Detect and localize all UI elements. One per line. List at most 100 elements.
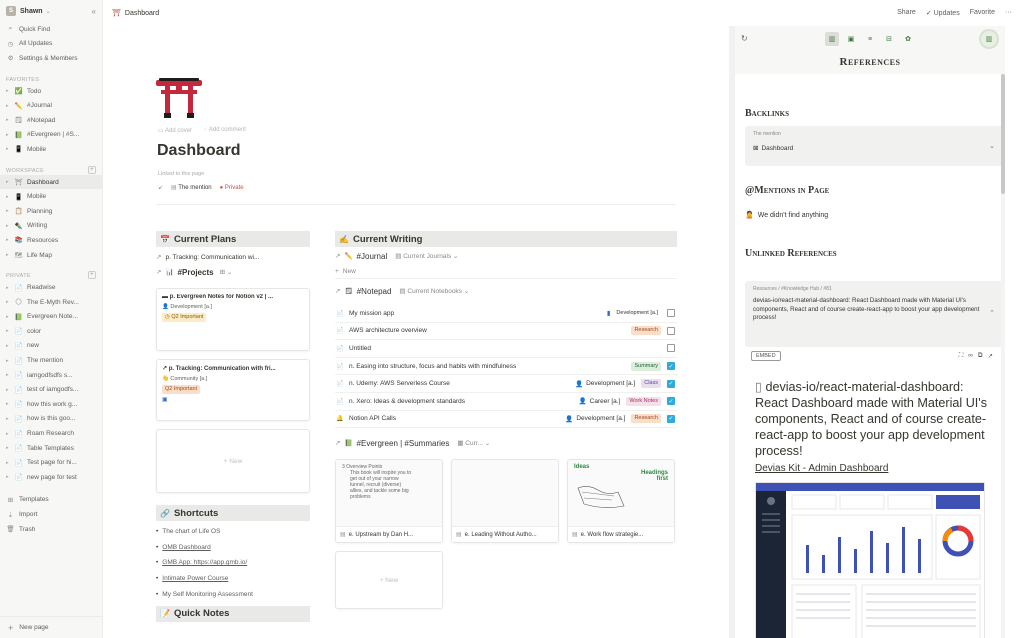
row-checkbox[interactable]: ✓ [667, 397, 675, 406]
expand-toggle-icon[interactable]: ▸ [6, 132, 12, 138]
expand-toggle-icon[interactable]: ▸ [6, 237, 12, 243]
table-row[interactable]: 🔔 Notion API Calls 👤 Development [a.] Resear… [335, 411, 677, 429]
table-row[interactable]: 📄 Untitled [335, 340, 677, 358]
settings-tab-icon[interactable]: ✿ [901, 32, 915, 46]
row-checkbox[interactable]: ✓ [667, 362, 675, 371]
sidebar-item[interactable]: ▸ ✒️ Writing [0, 219, 102, 234]
row-checkbox[interactable] [667, 326, 675, 335]
shortcut-item[interactable]: • Intimate Power Course [156, 571, 310, 587]
view-grid-icon[interactable]: ⊞ ⌄ [220, 268, 233, 276]
sidebar-item[interactable]: ▸ 📗 #Evergreen | #S... [0, 128, 102, 143]
row-checkbox[interactable] [667, 344, 675, 353]
copy-icon[interactable]: ⧉ [978, 352, 983, 360]
new-page-button[interactable]: + New page [0, 616, 102, 638]
expand-toggle-icon[interactable]: ▸ [6, 252, 12, 258]
gallery-card[interactable]: ▤ e. Leading Without Autho... [451, 459, 559, 544]
evergreen-view[interactable]: ↗ 📗 #Evergreen | #Summaries ▦ Curr... ⌄ [335, 433, 677, 453]
backlink-item[interactable]: The mention ⊠ Dashboard ⌄ [745, 126, 1003, 166]
expand-toggle-icon[interactable]: ▸ [6, 223, 12, 229]
expand-toggle-icon[interactable]: ▸ [6, 103, 12, 109]
expand-toggle-icon[interactable]: ▸ [6, 445, 12, 451]
expand-toggle-icon[interactable]: ▸ [6, 179, 12, 185]
row-checkbox[interactable] [667, 309, 675, 318]
new-card-button[interactable]: + New [156, 429, 310, 493]
sidebar-item[interactable]: ▸ 📄 new [0, 339, 102, 354]
expand-toggle-icon[interactable]: ▸ [6, 401, 12, 407]
shortcut-item[interactable]: • GMB App: https://app.gmb.io/ [156, 555, 310, 571]
sidebar-item[interactable]: ▸ 📄 how this work g... [0, 397, 102, 412]
sidebar-item[interactable]: ⊞ Templates [0, 493, 102, 508]
references-tab-icon[interactable]: ▥ [825, 32, 839, 46]
sidebar-item[interactable]: ◷ All Updates [0, 37, 102, 52]
expand-toggle-icon[interactable]: ▸ [6, 474, 12, 480]
plan-card[interactable]: ▬ p. Evergreen Notes for Notion v2 | ...… [156, 288, 310, 351]
table-row[interactable]: 📄 My mission app ▮ Development [a.] [335, 305, 677, 323]
sidebar-item[interactable]: ▸ 📄 Table Templates [0, 441, 102, 456]
sidebar-item[interactable]: ▸ 📱 Mobile [0, 189, 102, 204]
notepad-view[interactable]: ↗ 🗒 #Notepad ▤ Current Notebooks ⌄ [335, 281, 677, 301]
expand-toggle-icon[interactable]: ▸ [6, 387, 12, 393]
sidebar-item[interactable]: ▸ 📗 Evergreen Note... [0, 310, 102, 325]
row-checkbox[interactable]: ✓ [667, 414, 675, 423]
add-workspace-page-icon[interactable]: + [88, 165, 96, 174]
sidebar-item[interactable]: ▸ 📄 new page for test [0, 470, 102, 485]
sidebar-item[interactable]: ▸ 📄 The mention [0, 353, 102, 368]
workspace-switcher[interactable]: S Shawn ⌄ « [0, 0, 102, 22]
expand-toggle-icon[interactable]: ▸ [6, 343, 12, 349]
expand-toggle-icon[interactable]: ▸ [6, 460, 12, 466]
expand-toggle-icon[interactable]: ▸ [6, 314, 12, 320]
sidebar-item[interactable]: ▸ 📄 Readwise [0, 280, 102, 295]
export-tab-icon[interactable]: ⊟ [882, 32, 896, 46]
table-row[interactable]: 📄 AWS architecture overview Research [335, 323, 677, 341]
notepad-view-switcher[interactable]: ▤ Current Notebooks ⌄ [399, 287, 469, 295]
sidebar-item[interactable]: ⇣ Import [0, 507, 102, 522]
expand-toggle-icon[interactable]: ▸ [6, 372, 12, 378]
panel-toggle-icon[interactable]: ▥ [981, 31, 997, 47]
open-external-icon[interactable]: ↗ [988, 352, 993, 360]
scrollbar-thumb[interactable] [1001, 74, 1005, 194]
sidebar-item[interactable]: ▸ 📄 how is this goo... [0, 412, 102, 427]
row-checkbox[interactable]: ✓ [667, 379, 675, 388]
table-row[interactable]: 📄 n. Easing into structure, focus and hab… [335, 358, 677, 376]
journal-view[interactable]: ↗ ✏️ #Journal ▤ Current Journals ⌄ [335, 247, 677, 265]
sidebar-item[interactable]: ▸ 📄 Roam Research [0, 426, 102, 441]
shortcut-item[interactable]: • OMB Dashboard [156, 540, 310, 556]
table-row[interactable]: 📄 n. Udemy: AWS Serverless Course 👤 Develop… [335, 375, 677, 393]
expand-toggle-icon[interactable]: ▸ [6, 328, 12, 334]
sidebar-item[interactable]: ▸ 📄 color [0, 324, 102, 339]
gallery-card[interactable]: 3 Overview Points This book will inspire … [335, 459, 443, 544]
list-tab-icon[interactable]: ≡ [863, 32, 877, 46]
embed-link[interactable]: Devias Kit - Admin Dashboard [755, 463, 888, 474]
sidebar-item[interactable]: ▸ 🗒 #Notepad [0, 113, 102, 128]
expand-toggle-icon[interactable]: ▸ [6, 416, 12, 422]
journal-new-row[interactable]: + New [335, 265, 677, 279]
sidebar-item[interactable]: ▸ 📄 test of iamgodfs... [0, 382, 102, 397]
evergreen-view-switcher[interactable]: ▦ Curr... ⌄ [457, 439, 490, 447]
sidebar-item[interactable]: ▸ ✅ Todo [0, 84, 102, 99]
updates-button[interactable]: ✓ Updates [926, 9, 960, 17]
tracking-link[interactable]: ↗ p. Tracking: Communication wi... [156, 250, 310, 264]
backlink-mention[interactable]: ▤ The mention [171, 184, 212, 191]
unlinked-reference-item[interactable]: Resources / #Knowledge Hub / #81 devias-… [745, 281, 1003, 347]
projects-view[interactable]: ↗ 📊 #Projects ⊞ ⌄ [156, 264, 310, 280]
sidebar-item[interactable]: ⚙ Settings & Members [0, 51, 102, 66]
sidebar-item[interactable]: 🗑 Trash [0, 522, 102, 537]
share-button[interactable]: Share [897, 9, 916, 17]
sidebar-item[interactable]: ▸ ⛩ Dashboard [0, 174, 102, 190]
more-icon[interactable]: ··· [1005, 9, 1012, 17]
expand-toggle-icon[interactable]: ▸ [6, 431, 12, 437]
add-private-page-icon[interactable]: + [88, 271, 96, 280]
sidebar-item[interactable]: ▸ 📄 Test page for hi... [0, 455, 102, 470]
gallery-card[interactable]: Ideas Headings first ▤ e. Work flow strategi… [567, 459, 675, 544]
expand-toggle-icon[interactable]: ▸ [6, 194, 12, 200]
expand-toggle-icon[interactable]: ▸ [6, 208, 12, 214]
sidebar-item[interactable]: ▸ 🌕 The E-Myth Rev... [0, 295, 102, 310]
torii-page-icon[interactable] [156, 78, 202, 118]
link-icon[interactable]: ∞ [968, 352, 973, 360]
chevron-up-icon[interactable]: ⌃ [989, 309, 995, 317]
journal-view-switcher[interactable]: ▤ Current Journals ⌄ [395, 252, 458, 260]
sidebar-item[interactable]: ▸ ✏️ #Journal [0, 98, 102, 113]
embed-button[interactable]: EMBED [751, 351, 781, 361]
sidebar-item[interactable]: ▸ 📱 Mobile [0, 142, 102, 157]
plan-card[interactable]: ↗ p. Tracking: Communication with fri...… [156, 359, 310, 421]
